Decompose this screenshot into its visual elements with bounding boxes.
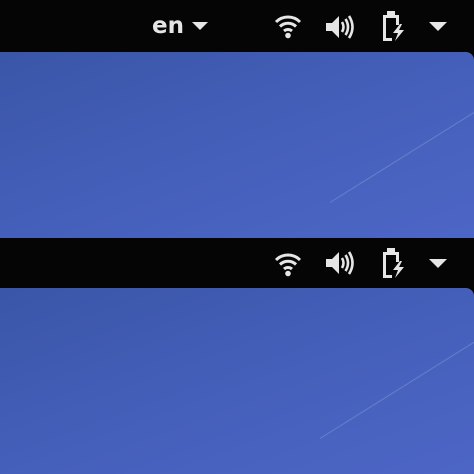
top-panel: en [0,0,474,52]
desktop-background-top [0,52,474,238]
light-streak [329,96,474,203]
language-label: en [152,13,184,39]
battery-charging-icon[interactable] [380,247,410,279]
language-selector[interactable]: en [152,9,208,43]
light-streak [319,332,474,439]
chevron-down-icon [191,22,208,30]
desktop-background-bottom [0,288,474,474]
system-menu-chevron-icon[interactable] [429,259,447,268]
battery-charging-icon[interactable] [380,10,410,42]
volume-icon[interactable] [324,249,356,277]
bottom-panel [0,238,474,288]
wifi-icon[interactable] [274,13,302,39]
volume-icon[interactable] [324,13,356,41]
wifi-icon[interactable] [274,251,302,277]
system-menu-chevron-icon[interactable] [429,22,447,31]
